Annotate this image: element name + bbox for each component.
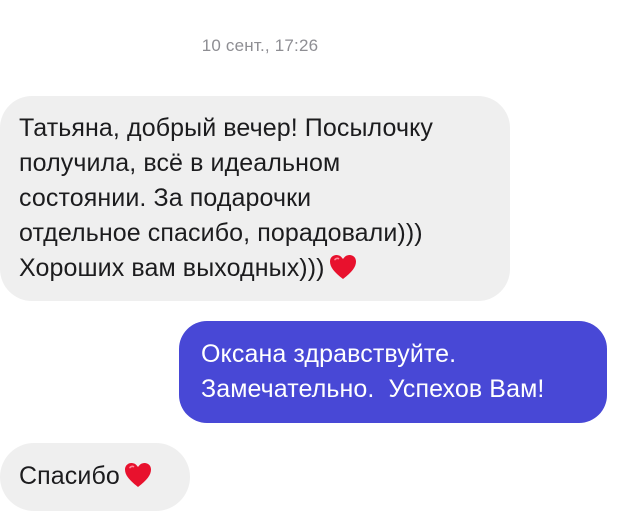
outgoing-message-bubble[interactable]: Оксана здравствуйте. Замечательно. Успех… bbox=[179, 321, 607, 423]
message-text-line: Замечательно. Успехов Вам! bbox=[201, 375, 545, 403]
message-text-line-with-emoji: Спасибо bbox=[19, 459, 178, 494]
red-heart-icon bbox=[124, 462, 152, 488]
message-timestamp: 10 сент., 17:26 bbox=[201, 36, 319, 55]
message-text-line: состоянии. За подарочки bbox=[19, 184, 312, 212]
message-text-line: Оксана здравствуйте. bbox=[201, 340, 457, 368]
message-text-line: отдельное спасибо, порадовали))) bbox=[19, 219, 423, 247]
red-heart-icon bbox=[329, 254, 357, 280]
message-text: Хороших вам выходных))) bbox=[19, 254, 325, 282]
message-text-line-with-emoji: Хороших вам выходных))) bbox=[19, 251, 492, 286]
message-text: Спасибо bbox=[19, 462, 120, 490]
message-text-line: Татьяна, добрый вечер! Посылочку bbox=[19, 114, 434, 142]
message-text-line: получила, всё в идеальном bbox=[19, 149, 341, 177]
incoming-message-bubble[interactable]: Спасибо bbox=[0, 443, 190, 511]
incoming-message-bubble[interactable]: Татьяна, добрый вечер! Посылочку получил… bbox=[0, 96, 510, 301]
